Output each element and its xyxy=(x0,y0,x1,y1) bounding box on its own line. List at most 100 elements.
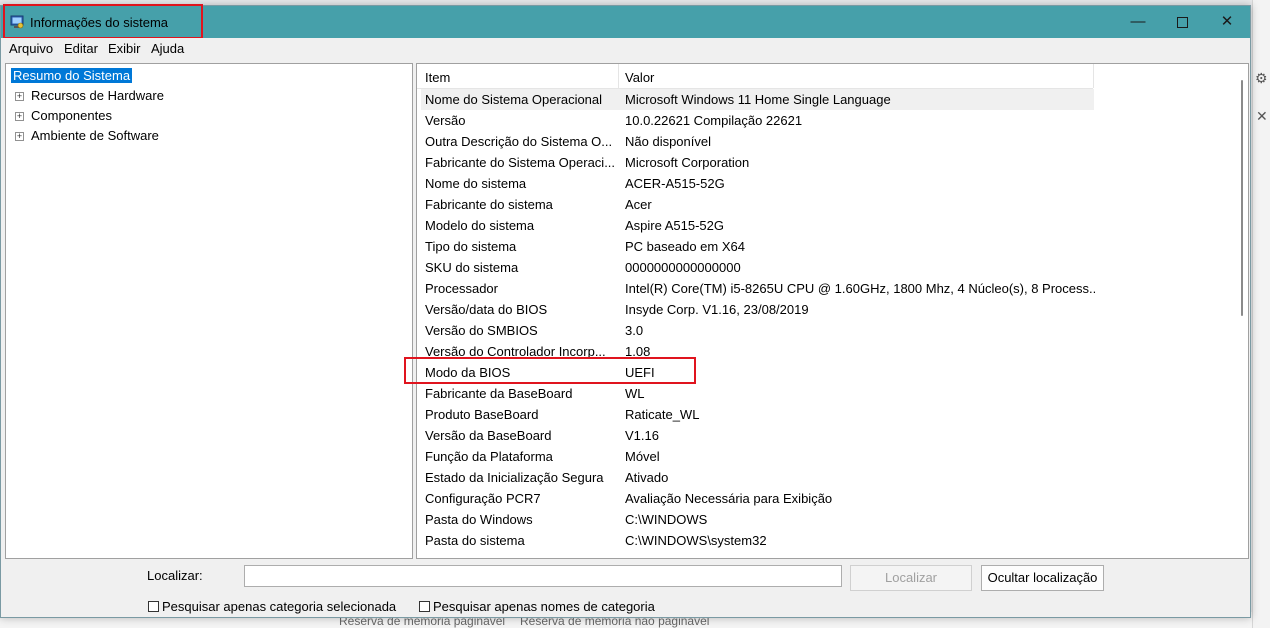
table-row[interactable]: Tipo do sistema PC baseado em X64 xyxy=(421,236,1094,257)
menu-editar[interactable]: Editar xyxy=(64,41,98,56)
table-row[interactable]: Versão do SMBIOS 3.0 xyxy=(421,320,1094,341)
row-item-cell: Estado da Inicialização Segura xyxy=(425,470,604,485)
table-row[interactable]: Outra Descrição do Sistema O... Não dispo… xyxy=(421,131,1094,152)
row-item-cell: Processador xyxy=(425,281,498,296)
row-value-cell: Móvel xyxy=(625,449,660,464)
row-item-cell: Versão do SMBIOS xyxy=(425,323,538,338)
table-row[interactable]: Processador Intel(R) Core(TM) i5-8265U CP… xyxy=(421,278,1095,299)
checkbox-box[interactable] xyxy=(148,601,159,612)
row-value-cell: Não disponível xyxy=(625,134,711,149)
row-item-cell: Fabricante do sistema xyxy=(425,197,553,212)
row-value-cell: V1.16 xyxy=(625,428,659,443)
expand-icon[interactable]: + xyxy=(15,132,24,141)
table-row[interactable]: Função da Plataforma Móvel xyxy=(421,446,1094,467)
row-item-cell: Versão da BaseBoard xyxy=(425,428,552,443)
details-list[interactable]: Item Valor Nome do Sistema Operacional Mi… xyxy=(416,63,1249,559)
table-row[interactable]: Produto BaseBoard Raticate_WL xyxy=(421,404,1094,425)
row-item-cell: Modelo do sistema xyxy=(425,218,535,233)
row-value-cell: C:\WINDOWS\system32 xyxy=(625,533,767,548)
row-item-cell: Pasta do Windows xyxy=(425,512,533,527)
title-annotation-box xyxy=(3,4,203,39)
table-row[interactable]: Nome do sistema ACER-A515-52G xyxy=(421,173,1094,194)
row-value-cell: Raticate_WL xyxy=(625,407,700,422)
system-information-window: Informações do sistema — ✕ Arquivo Edita… xyxy=(0,4,1251,618)
row-value-cell: C:\WINDOWS xyxy=(625,512,708,527)
menu-bar: Arquivo Editar Exibir Ajuda xyxy=(1,38,1250,58)
row-value-cell: Insyde Corp. V1.16, 23/08/2019 xyxy=(625,302,809,317)
table-row[interactable]: Versão 10.0.22621 Compilação 22621 xyxy=(421,110,1094,131)
table-row[interactable]: Pasta do sistema C:\WINDOWS\system32 xyxy=(421,530,1094,551)
row-item-cell: SKU do sistema xyxy=(425,260,519,275)
row-item-cell: Nome do Sistema Operacional xyxy=(425,92,603,107)
list-header: Item Valor xyxy=(417,64,1094,89)
settings-gear-icon[interactable]: ⚙ xyxy=(1255,70,1268,87)
menu-arquivo[interactable]: Arquivo xyxy=(9,41,53,56)
row-value-cell: Acer xyxy=(625,197,652,212)
find-input[interactable] xyxy=(244,565,842,587)
background-app-edge: ⚙ ✕ xyxy=(1252,0,1270,628)
checkbox-box[interactable] xyxy=(419,601,430,612)
table-row[interactable]: SKU do sistema 0000000000000000 xyxy=(421,257,1094,278)
checkbox-label: Pesquisar apenas categoria selecionada xyxy=(162,599,397,614)
table-row[interactable]: Modelo do sistema Aspire A515-52G xyxy=(421,215,1094,236)
close-button[interactable]: ✕ xyxy=(1204,6,1250,38)
row-value-cell: Avaliação Necessária para Exibição xyxy=(625,491,833,506)
maximize-button[interactable] xyxy=(1159,6,1205,38)
tree-item-recursos-de-hardware[interactable]: Recursos de Hardware xyxy=(31,88,164,103)
search-category-names-checkbox[interactable]: Pesquisar apenas nomes de categoria xyxy=(419,599,655,614)
row-value-cell: ACER-A515-52G xyxy=(625,176,725,191)
minimize-button[interactable]: — xyxy=(1115,6,1161,38)
row-item-cell: Versão xyxy=(425,113,466,128)
search-selected-category-checkbox[interactable]: Pesquisar apenas categoria selecionada xyxy=(148,599,396,614)
table-row[interactable]: Estado da Inicialização Segura Ativado xyxy=(421,467,1094,488)
row-item-cell: Outra Descrição do Sistema O... xyxy=(425,134,613,149)
column-divider[interactable] xyxy=(618,64,619,88)
row-item-cell: Fabricante da BaseBoard xyxy=(425,386,573,401)
table-row[interactable]: Pasta do Windows C:\WINDOWS xyxy=(421,509,1094,530)
hide-find-button[interactable]: Ocultar localização xyxy=(981,565,1104,591)
row-item-cell: Fabricante do Sistema Operaci... xyxy=(425,155,616,170)
row-item-cell: Configuração PCR7 xyxy=(425,491,541,506)
tree-item-componentes[interactable]: Componentes xyxy=(31,108,112,123)
row-value-cell: Aspire A515-52G xyxy=(625,218,725,233)
close-icon: ✕ xyxy=(1220,13,1234,30)
category-tree[interactable]: Resumo do Sistema + Recursos de Hardware… xyxy=(5,63,413,559)
column-divider[interactable] xyxy=(1093,64,1094,88)
row-value-cell: 0000000000000000 xyxy=(625,260,741,275)
column-header-valor[interactable]: Valor xyxy=(625,70,654,85)
row-item-cell: Produto BaseBoard xyxy=(425,407,539,422)
row-item-cell: Função da Plataforma xyxy=(425,449,553,464)
table-row[interactable]: Fabricante do sistema Acer xyxy=(421,194,1094,215)
menu-exibir[interactable]: Exibir xyxy=(108,41,141,56)
row-value-cell: Microsoft Windows 11 Home Single Languag… xyxy=(625,92,891,107)
bios-mode-annotation-box xyxy=(404,357,696,384)
row-value-cell: Intel(R) Core(TM) i5-8265U CPU @ 1.60GHz… xyxy=(625,281,1095,296)
row-value-cell: WL xyxy=(625,386,645,401)
menu-ajuda[interactable]: Ajuda xyxy=(151,41,184,56)
table-row[interactable]: Fabricante do Sistema Operaci... Microsof… xyxy=(421,152,1094,173)
row-item-cell: Versão/data do BIOS xyxy=(425,302,548,317)
background-close-icon[interactable]: ✕ xyxy=(1256,108,1268,125)
tree-item-resumo-do-sistema[interactable]: Resumo do Sistema xyxy=(11,68,133,83)
table-row[interactable]: Versão da BaseBoard V1.16 xyxy=(421,425,1094,446)
table-row[interactable]: Nome do Sistema Operacional Microsoft Win… xyxy=(421,89,1094,110)
vertical-scrollbar[interactable] xyxy=(1236,64,1248,558)
column-header-item[interactable]: Item xyxy=(425,70,450,85)
row-item-cell: Tipo do sistema xyxy=(425,239,517,254)
row-item-cell: Pasta do sistema xyxy=(425,533,525,548)
row-value-cell: Ativado xyxy=(625,470,669,485)
find-label: Localizar: xyxy=(147,568,203,583)
scrollbar-thumb[interactable] xyxy=(1241,80,1243,316)
checkbox-label: Pesquisar apenas nomes de categoria xyxy=(433,599,655,614)
expand-icon[interactable]: + xyxy=(15,92,24,101)
row-value-cell: 3.0 xyxy=(625,323,644,338)
find-button[interactable]: Localizar xyxy=(850,565,972,591)
table-row[interactable]: Fabricante da BaseBoard WL xyxy=(421,383,1094,404)
minimize-icon: — xyxy=(1130,13,1146,30)
row-value-cell: PC baseado em X64 xyxy=(625,239,745,254)
table-row[interactable]: Configuração PCR7 Avaliação Necessária pa… xyxy=(421,488,1094,509)
expand-icon[interactable]: + xyxy=(15,112,24,121)
table-row[interactable]: Versão/data do BIOS Insyde Corp. V1.16, 2… xyxy=(421,299,1094,320)
tree-item-ambiente-de-software[interactable]: Ambiente de Software xyxy=(31,128,159,143)
row-value-cell: 10.0.22621 Compilação 22621 xyxy=(625,113,803,128)
